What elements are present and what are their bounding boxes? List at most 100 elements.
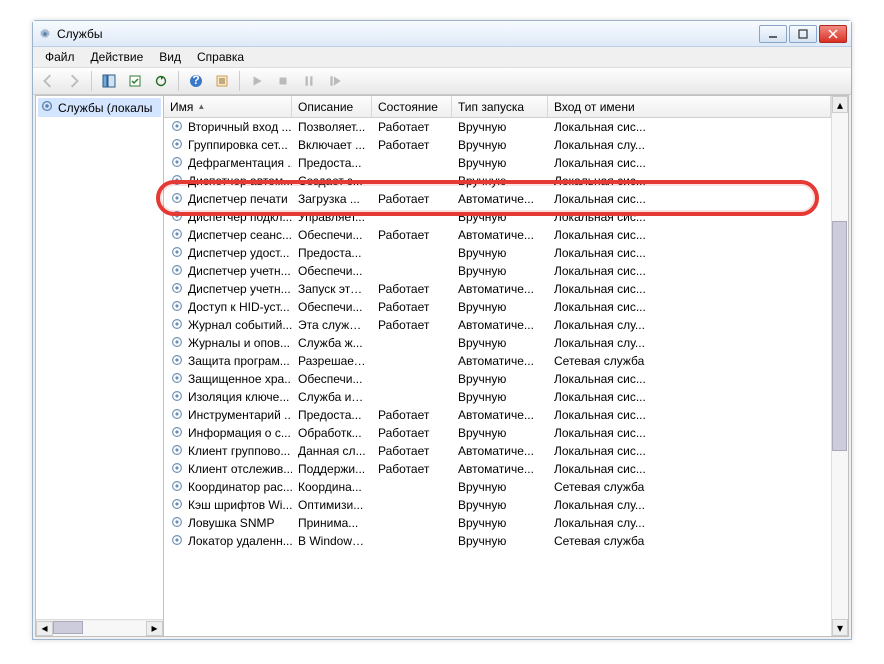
col-status[interactable]: Состояние (372, 96, 452, 117)
service-row[interactable]: Защищенное хра...Обеспечи...ВручнуюЛокал… (164, 370, 831, 388)
menu-view[interactable]: Вид (151, 47, 189, 67)
service-logon: Локальная сис... (548, 390, 831, 404)
service-gear-icon (170, 407, 184, 424)
service-gear-icon (170, 443, 184, 460)
vertical-scrollbar[interactable]: ▴ ▾ (831, 96, 848, 636)
show-hide-tree-button[interactable] (98, 70, 120, 92)
col-description[interactable]: Описание (292, 96, 372, 117)
service-row[interactable]: Доступ к HID-уст...Обеспечи...РаботаетВр… (164, 298, 831, 316)
help-button[interactable]: ? (185, 70, 207, 92)
toolbar: ? (33, 67, 851, 95)
service-name: Клиент группово... (188, 444, 290, 458)
scroll-right-icon[interactable]: ▸ (146, 621, 163, 636)
service-row[interactable]: Защита програм...Разрешает...Автоматиче.… (164, 352, 831, 370)
stop-service-button (272, 70, 294, 92)
service-status: Работает (372, 408, 452, 422)
export-list-button[interactable] (124, 70, 146, 92)
service-row[interactable]: Вторичный вход ...Позволяет...РаботаетВр… (164, 118, 831, 136)
service-desc: В Windows... (292, 534, 372, 548)
service-name: Вторичный вход ... (188, 120, 292, 134)
service-row[interactable]: Локатор удаленн...В Windows...ВручнуюСет… (164, 532, 831, 550)
service-row[interactable]: Журнал событий...Эта служб...РаботаетАвт… (164, 316, 831, 334)
start-service-button (246, 70, 268, 92)
service-startup: Вручную (452, 138, 548, 152)
properties-button[interactable] (211, 70, 233, 92)
service-gear-icon (170, 245, 184, 262)
service-startup: Вручную (452, 516, 548, 530)
service-gear-icon (170, 389, 184, 406)
service-row[interactable]: Журналы и опов...Служба ж...ВручнуюЛокал… (164, 334, 831, 352)
hscroll-thumb[interactable] (53, 621, 83, 634)
service-status: Работает (372, 318, 452, 332)
services-window: Службы Файл Действие Вид Справка ? (32, 20, 852, 640)
scroll-up-icon[interactable]: ▴ (832, 96, 848, 113)
scroll-down-icon[interactable]: ▾ (832, 619, 848, 636)
back-button (37, 70, 59, 92)
service-logon: Локальная сис... (548, 156, 831, 170)
service-status: Работает (372, 462, 452, 476)
service-startup: Вручную (452, 372, 548, 386)
service-gear-icon (170, 353, 184, 370)
tree-view[interactable]: Службы (локалы (36, 96, 163, 619)
col-logon-as[interactable]: Вход от имени (548, 96, 831, 117)
service-row[interactable]: Информация о с...Обработк...РаботаетВруч… (164, 424, 831, 442)
service-name: Локатор удаленн... (188, 534, 292, 548)
service-row[interactable]: Кэш шрифтов Wi...Оптимизи...ВручнуюЛокал… (164, 496, 831, 514)
service-desc: Поддержи... (292, 462, 372, 476)
service-gear-icon (170, 425, 184, 442)
menu-file[interactable]: Файл (37, 47, 83, 67)
service-row[interactable]: Диспетчер печатиЗагрузка ...РаботаетАвто… (164, 190, 831, 208)
service-logon: Локальная сис... (548, 264, 831, 278)
service-row[interactable]: Ловушка SNMPПринима...ВручнуюЛокальная с… (164, 514, 831, 532)
service-row[interactable]: Группировка сет...Включает ...РаботаетВр… (164, 136, 831, 154)
service-logon: Локальная сис... (548, 426, 831, 440)
service-gear-icon (170, 335, 184, 352)
service-row[interactable]: Клиент отслежив...Поддержи...РаботаетАвт… (164, 460, 831, 478)
col-startup-type[interactable]: Тип запуска (452, 96, 548, 117)
service-row[interactable]: Диспетчер учетн...Обеспечи...ВручнуюЛока… (164, 262, 831, 280)
service-logon: Локальная сис... (548, 192, 831, 206)
service-startup: Вручную (452, 246, 548, 260)
col-name[interactable]: Имя▲ (164, 96, 292, 117)
service-gear-icon (170, 209, 184, 226)
close-button[interactable] (819, 25, 847, 43)
service-logon: Локальная сис... (548, 210, 831, 224)
service-row[interactable]: Координатор рас...Координа...ВручнуюСете… (164, 478, 831, 496)
service-startup: Вручную (452, 480, 548, 494)
service-name: Журнал событий... (188, 318, 292, 332)
service-list[interactable]: Вторичный вход ...Позволяет...РаботаетВр… (164, 118, 831, 636)
scroll-left-icon[interactable]: ◂ (36, 621, 53, 636)
minimize-button[interactable] (759, 25, 787, 43)
service-logon: Локальная сис... (548, 462, 831, 476)
titlebar[interactable]: Службы (33, 21, 851, 47)
menu-action[interactable]: Действие (83, 47, 152, 67)
service-name: Журналы и опов... (188, 336, 290, 350)
service-row[interactable]: Диспетчер сеанс...Обеспечи...РаботаетАвт… (164, 226, 831, 244)
menu-help[interactable]: Справка (189, 47, 252, 67)
service-row[interactable]: Клиент группово...Данная сл...РаботаетАв… (164, 442, 831, 460)
service-status: Работает (372, 444, 452, 458)
service-row[interactable]: Инструментарий ...Предоста...РаботаетАвт… (164, 406, 831, 424)
refresh-button[interactable] (150, 70, 172, 92)
service-row[interactable]: Диспетчер подкл...Управляет...ВручнуюЛок… (164, 208, 831, 226)
service-desc: Позволяет... (292, 120, 372, 134)
maximize-button[interactable] (789, 25, 817, 43)
tree-root-services[interactable]: Службы (локалы (38, 98, 161, 117)
service-startup: Автоматиче... (452, 228, 548, 242)
service-status: Работает (372, 138, 452, 152)
service-startup: Автоматиче... (452, 444, 548, 458)
service-row[interactable]: Диспетчер удост...Предоста...ВручнуюЛока… (164, 244, 831, 262)
service-desc: Включает ... (292, 138, 372, 152)
sidebar-hscroll[interactable]: ◂ ▸ (36, 619, 163, 636)
service-row[interactable]: Дефрагментация ...Предоста...ВручнуюЛока… (164, 154, 831, 172)
service-row[interactable]: Изоляция ключе...Служба из...ВручнуюЛока… (164, 388, 831, 406)
service-gear-icon (170, 137, 184, 154)
service-logon: Локальная сис... (548, 246, 831, 260)
service-row[interactable]: Диспетчер автом...Создает з...ВручнуюЛок… (164, 172, 831, 190)
service-startup: Вручную (452, 498, 548, 512)
service-startup: Вручную (452, 264, 548, 278)
service-startup: Автоматиче... (452, 318, 548, 332)
vscroll-thumb[interactable] (832, 221, 847, 451)
service-startup: Автоматиче... (452, 282, 548, 296)
service-row[interactable]: Диспетчер учетн...Запуск это...РаботаетА… (164, 280, 831, 298)
